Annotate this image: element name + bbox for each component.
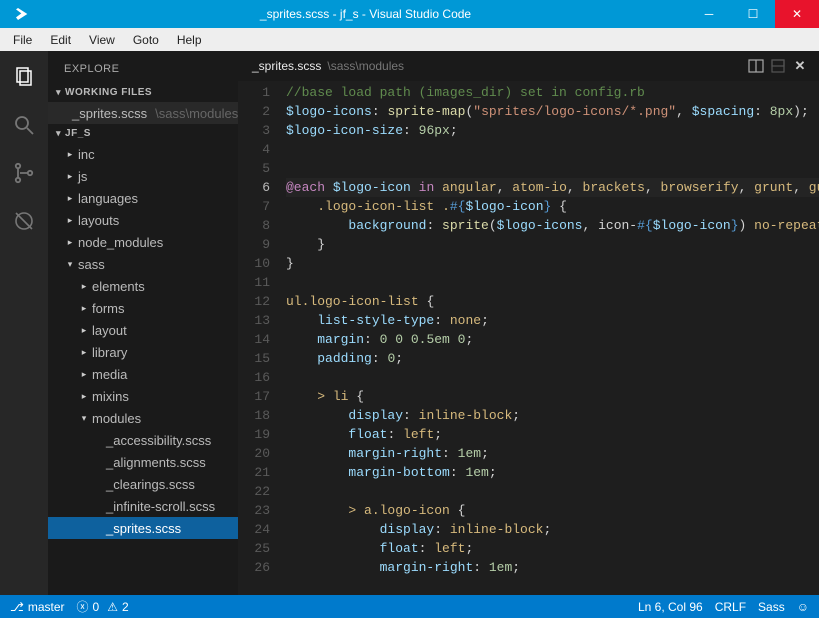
window-title: _sprites.scss - jf_s - Visual Studio Cod…: [44, 7, 687, 21]
minimize-button[interactable]: ─: [687, 0, 731, 28]
tree-item[interactable]: ▸ media: [48, 363, 238, 385]
sidebar-title: EXPLORE: [48, 51, 238, 83]
tree-item[interactable]: ▸ forms: [48, 297, 238, 319]
tree-item[interactable]: ▸ elements: [48, 275, 238, 297]
code-editor[interactable]: 1234567891011121314151617181920212223242…: [238, 81, 819, 595]
tree-item[interactable]: ▸ layouts: [48, 209, 238, 231]
tree-item-label: _sprites.scss: [106, 521, 181, 536]
tree-item[interactable]: ▸ languages: [48, 187, 238, 209]
chevron-down-icon: ▾: [80, 413, 88, 424]
chevron-right-icon: ▸: [66, 237, 74, 248]
chevron-right-icon: ▸: [80, 325, 88, 336]
tab-filepath: \sass\modules: [327, 59, 404, 73]
status-bar: ⎇ master ⓧ0 ⚠2 Ln 6, Col 96 CRLF Sass ☺: [0, 595, 819, 618]
source-control-icon[interactable]: [10, 159, 38, 187]
tree-item[interactable]: ▸_accessibility.scss: [48, 429, 238, 451]
editor-tabs: _sprites.scss \sass\modules ✕: [238, 51, 819, 81]
tree-item[interactable]: ▸ library: [48, 341, 238, 363]
tree-item[interactable]: ▾ sass: [48, 253, 238, 275]
error-icon: ⓧ: [77, 598, 89, 615]
tree-item-label: layout: [92, 323, 127, 338]
chevron-right-icon: ▸: [80, 281, 88, 292]
chevron-down-icon: ▾: [56, 87, 61, 98]
chevron-right-icon: ▸: [80, 347, 88, 358]
tree-item-label: elements: [92, 279, 145, 294]
working-file-item[interactable]: _sprites.scss \sass\modules: [48, 102, 238, 124]
tree-item[interactable]: ▸_clearings.scss: [48, 473, 238, 495]
tree-item-label: js: [78, 169, 87, 184]
close-button[interactable]: ✕: [775, 0, 819, 28]
close-tab-icon[interactable]: ✕: [789, 58, 811, 74]
sidebar: EXPLORE ▾ WORKING FILES _sprites.scss \s…: [48, 51, 238, 595]
menu-goto[interactable]: Goto: [124, 31, 168, 49]
tree-item[interactable]: ▸_sprites.scss: [48, 517, 238, 539]
menu-help[interactable]: Help: [168, 31, 211, 49]
line-gutter: 1234567891011121314151617181920212223242…: [238, 81, 280, 595]
chevron-down-icon: ▾: [66, 259, 74, 270]
menu-file[interactable]: File: [4, 31, 41, 49]
tree-item[interactable]: ▸ node_modules: [48, 231, 238, 253]
cursor-position[interactable]: Ln 6, Col 96: [638, 600, 703, 614]
tree-item-label: _alignments.scss: [106, 455, 206, 470]
chevron-right-icon: ▸: [66, 171, 74, 182]
tree-item-label: _accessibility.scss: [106, 433, 211, 448]
tree-item[interactable]: ▸ inc: [48, 143, 238, 165]
tree-item-label: sass: [78, 257, 105, 272]
branch-icon: ⎇: [10, 600, 24, 614]
vscode-logo-icon: [0, 6, 44, 22]
menubar: FileEditViewGotoHelp: [0, 28, 819, 51]
tree-item-label: _infinite-scroll.scss: [106, 499, 215, 514]
chevron-right-icon: ▸: [66, 193, 74, 204]
tree-item-label: inc: [78, 147, 95, 162]
working-files-header[interactable]: ▾ WORKING FILES: [48, 83, 238, 102]
tree-item-label: layouts: [78, 213, 119, 228]
debug-icon[interactable]: [10, 207, 38, 235]
tree-item-label: node_modules: [78, 235, 163, 250]
chevron-right-icon: ▸: [80, 303, 88, 314]
editor-area: _sprites.scss \sass\modules ✕ 1234567891…: [238, 51, 819, 595]
tree-item[interactable]: ▸ mixins: [48, 385, 238, 407]
code-content[interactable]: //base load path (images_dir) set in con…: [280, 81, 819, 595]
maximize-button[interactable]: ☐: [731, 0, 775, 28]
chevron-down-icon: ▾: [56, 128, 61, 139]
language-mode[interactable]: Sass: [758, 600, 785, 614]
split-editor-icon[interactable]: [745, 58, 767, 74]
chevron-right-icon: ▸: [66, 215, 74, 226]
tree-item[interactable]: ▸_alignments.scss: [48, 451, 238, 473]
menu-edit[interactable]: Edit: [41, 31, 80, 49]
tree-item-label: _clearings.scss: [106, 477, 195, 492]
warning-icon: ⚠: [107, 600, 118, 614]
tab-filename[interactable]: _sprites.scss: [252, 59, 321, 73]
explorer-icon[interactable]: [10, 63, 38, 91]
more-actions-icon[interactable]: [767, 58, 789, 74]
tree-item-label: library: [92, 345, 127, 360]
chevron-right-icon: ▸: [66, 149, 74, 160]
tree-item-label: mixins: [92, 389, 129, 404]
tree-item[interactable]: ▸ layout: [48, 319, 238, 341]
project-header[interactable]: ▾ JF_S: [48, 124, 238, 143]
eol-indicator[interactable]: CRLF: [715, 600, 746, 614]
tree-item[interactable]: ▸_infinite-scroll.scss: [48, 495, 238, 517]
tree-item[interactable]: ▸ js: [48, 165, 238, 187]
feedback-icon[interactable]: ☺: [797, 600, 809, 614]
activity-bar: [0, 51, 48, 595]
titlebar: _sprites.scss - jf_s - Visual Studio Cod…: [0, 0, 819, 28]
problems[interactable]: ⓧ0 ⚠2: [77, 598, 129, 615]
tree-item-label: forms: [92, 301, 125, 316]
chevron-right-icon: ▸: [80, 391, 88, 402]
chevron-right-icon: ▸: [80, 369, 88, 380]
tree-item-label: media: [92, 367, 127, 382]
search-icon[interactable]: [10, 111, 38, 139]
menu-view[interactable]: View: [80, 31, 124, 49]
tree-item[interactable]: ▾ modules: [48, 407, 238, 429]
tree-item-label: modules: [92, 411, 141, 426]
git-branch[interactable]: ⎇ master: [10, 600, 65, 614]
tree-item-label: languages: [78, 191, 138, 206]
